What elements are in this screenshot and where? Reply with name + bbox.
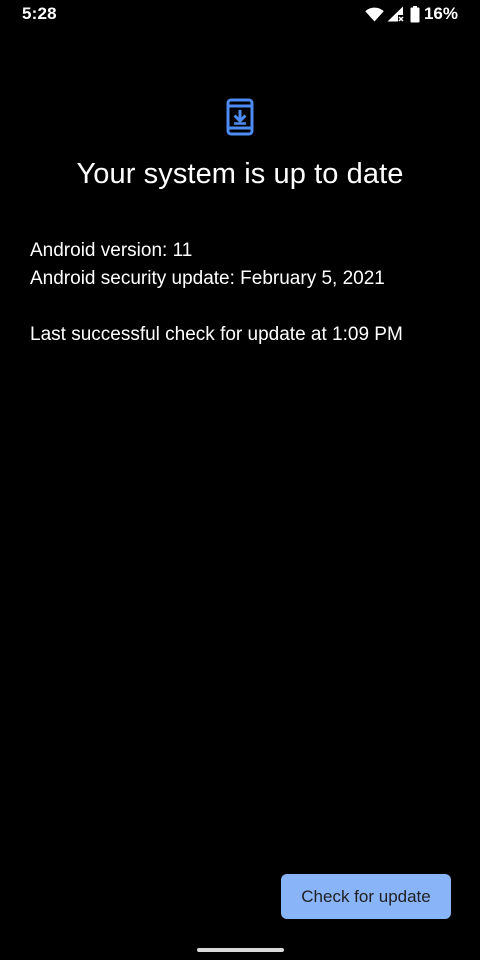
status-bar: 5:28 16% — [0, 0, 480, 30]
security-update-text: Android security update: February 5, 202… — [30, 268, 385, 289]
system-update-icon — [226, 98, 254, 136]
battery-icon — [410, 5, 420, 23]
last-check-text: Last successful check for update at 1:09… — [30, 324, 403, 345]
status-time: 5:28 — [22, 4, 57, 23]
battery-percentage: 16% — [423, 4, 458, 23]
navigation-handle[interactable] — [197, 948, 284, 952]
status-icons: 16% — [365, 4, 458, 24]
check-for-update-button[interactable]: Check for update — [281, 874, 451, 919]
android-version-text: Android version: 11 — [30, 240, 193, 261]
wifi-icon — [365, 7, 384, 22]
page-title: Your system is up to date — [76, 158, 404, 190]
signal-no-data-icon — [387, 6, 404, 22]
